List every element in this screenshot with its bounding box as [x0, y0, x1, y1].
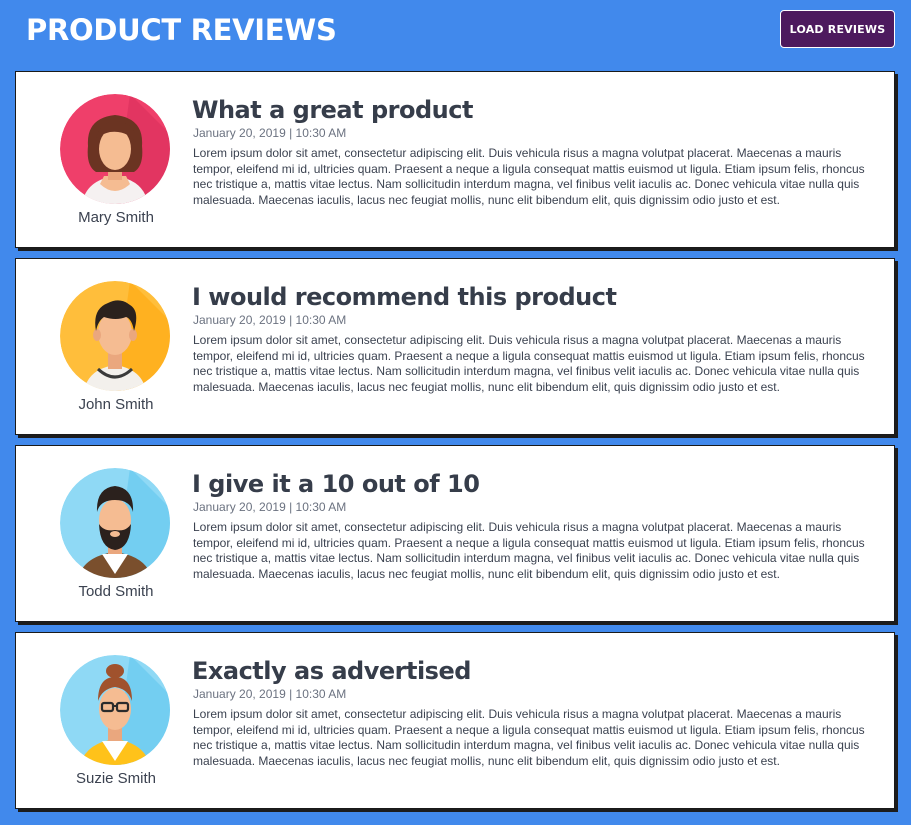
review-card: Todd Smith I give it a 10 out of 10 Janu…: [15, 445, 895, 622]
reviewer-name: Suzie Smith: [75, 770, 157, 787]
review-title: Exactly as advertised: [192, 657, 471, 685]
review-date: January 20, 2019 | 10:30 AM: [193, 500, 347, 514]
review-date: January 20, 2019 | 10:30 AM: [193, 126, 347, 140]
review-card: Suzie Smith Exactly as advertised Januar…: [15, 632, 895, 809]
review-body: Lorem ipsum dolor sit amet, consectetur …: [193, 333, 865, 394]
page-title: PRODUCT REVIEWS: [26, 13, 337, 47]
load-reviews-button[interactable]: LOAD REVIEWS: [780, 10, 895, 48]
reviewer-name: Mary Smith: [78, 209, 154, 226]
review-card: John Smith I would recommend this produc…: [15, 258, 895, 435]
review-date: January 20, 2019 | 10:30 AM: [193, 687, 347, 701]
review-date: January 20, 2019 | 10:30 AM: [193, 313, 347, 327]
review-body: Lorem ipsum dolor sit amet, consectetur …: [193, 520, 865, 581]
review-card: Mary Smith What a great product January …: [15, 71, 895, 248]
review-title: What a great product: [192, 96, 473, 124]
review-body: Lorem ipsum dolor sit amet, consectetur …: [193, 707, 865, 768]
reviewer-name: John Smith: [78, 396, 154, 413]
woman-brown-hair-avatar-icon: [60, 94, 170, 204]
reviewer-name: Todd Smith: [78, 583, 154, 600]
review-title: I give it a 10 out of 10: [192, 470, 480, 498]
bearded-man-avatar-icon: [60, 468, 170, 578]
review-body: Lorem ipsum dolor sit amet, consectetur …: [193, 146, 865, 207]
man-curly-hair-avatar-icon: [60, 281, 170, 391]
woman-glasses-bun-avatar-icon: [60, 655, 170, 765]
review-title: I would recommend this product: [192, 283, 617, 311]
